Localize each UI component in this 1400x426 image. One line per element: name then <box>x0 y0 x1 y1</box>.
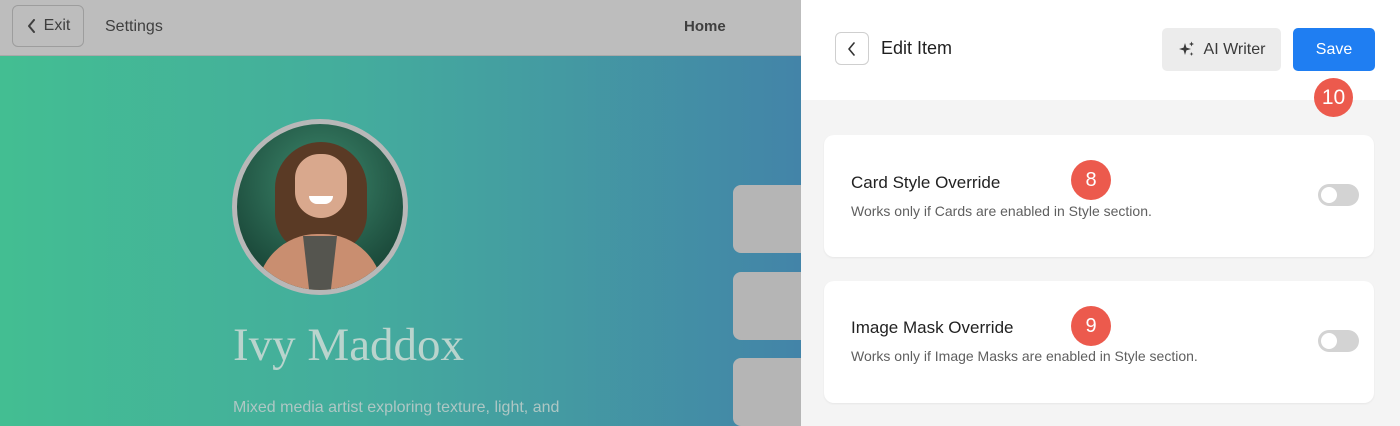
save-button[interactable]: Save <box>1293 28 1375 71</box>
step-badge: 8 <box>1071 160 1111 200</box>
card-style-override-toggle[interactable] <box>1318 184 1359 206</box>
chevron-left-icon <box>848 41 855 56</box>
card-style-override-description: Works only if Cards are enabled in Style… <box>851 203 1152 219</box>
site-preview: Exit Settings Home Ivy Maddox Mixed medi… <box>0 0 801 426</box>
edit-item-panel: Edit Item AI Writer Save 10 Card Style O… <box>801 0 1400 426</box>
hero-subtitle: Mixed media artist exploring texture, li… <box>233 399 560 416</box>
image-mask-override-description: Works only if Image Masks are enabled in… <box>851 348 1198 364</box>
exit-label: Exit <box>43 17 71 34</box>
panel-header: Edit Item AI Writer Save <box>801 0 1400 100</box>
hero-name: Ivy Maddox <box>233 319 465 371</box>
image-mask-override-toggle[interactable] <box>1318 330 1359 352</box>
card-style-override-card: Card Style Override Works only if Cards … <box>824 135 1374 257</box>
chevron-left-icon <box>27 19 35 33</box>
toggle-knob <box>1321 333 1337 349</box>
settings-link[interactable]: Settings <box>105 18 163 36</box>
toggle-knob <box>1321 187 1337 203</box>
back-button[interactable] <box>835 32 869 65</box>
sparkle-icon <box>1178 41 1194 56</box>
home-page-link[interactable]: Home <box>684 18 726 35</box>
avatar-photo <box>237 124 403 290</box>
image-mask-override-card: Image Mask Override Works only if Image … <box>824 281 1374 403</box>
card-style-override-title: Card Style Override <box>851 173 1001 192</box>
exit-button[interactable]: Exit <box>12 5 84 47</box>
avatar <box>232 119 408 295</box>
image-mask-override-title: Image Mask Override <box>851 318 1014 337</box>
panel-title: Edit Item <box>881 38 953 58</box>
ai-writer-button[interactable]: AI Writer <box>1162 28 1281 71</box>
ai-writer-label: AI Writer <box>1203 40 1266 58</box>
preview-card <box>733 185 801 253</box>
preview-card <box>733 358 801 426</box>
step-badge: 9 <box>1071 306 1111 346</box>
preview-card <box>733 272 801 340</box>
step-badge: 10 <box>1314 78 1353 117</box>
editor-topbar: Exit Settings Home <box>0 0 801 56</box>
